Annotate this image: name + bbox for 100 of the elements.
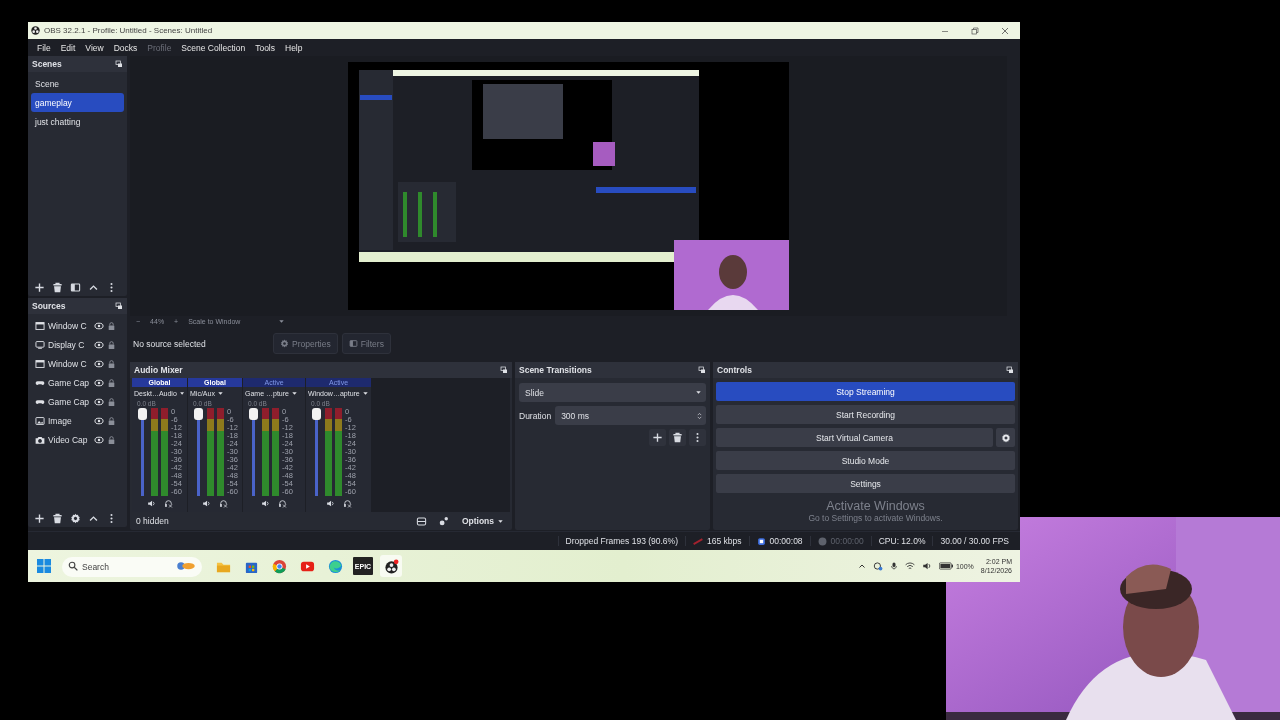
battery-icon (938, 562, 953, 570)
chevron-up-icon[interactable] (857, 562, 866, 570)
settings-button[interactable] (996, 428, 1015, 447)
stream-time: 00:00:08 (769, 536, 803, 546)
control-button[interactable]: Stop Streaming (716, 382, 1015, 401)
lock-icon[interactable] (107, 434, 116, 445)
headphones-off-icon[interactable] (219, 498, 228, 508)
menu-item[interactable]: Scene Collection (176, 42, 251, 53)
menu-item[interactable]: File (32, 42, 56, 53)
speaker-icon[interactable] (261, 498, 270, 508)
undock-icon[interactable] (500, 366, 508, 374)
source-status: No source selected (133, 338, 207, 349)
activation-text: Go to Settings to activate Windows. (808, 513, 943, 523)
panel-icon (348, 339, 358, 348)
lock-icon[interactable] (107, 320, 116, 331)
caret-icon[interactable] (290, 389, 298, 397)
activation-title: Activate Windows (826, 499, 925, 513)
speaker-icon[interactable] (146, 498, 156, 508)
volume-slider[interactable] (312, 408, 321, 496)
search-field[interactable]: Search (62, 557, 202, 577)
eye-icon[interactable] (94, 339, 104, 350)
headphones-off-icon[interactable] (163, 498, 173, 508)
caret-icon[interactable] (361, 389, 369, 397)
eye-icon[interactable] (94, 434, 104, 445)
windows-start-icon[interactable] (36, 558, 52, 574)
scene-item[interactable]: Scene (31, 74, 124, 93)
headphones-off-icon[interactable] (278, 498, 287, 508)
image-icon (35, 415, 45, 426)
source-item[interactable]: Display C (48, 339, 91, 350)
control-button[interactable]: Start Virtual Camera (716, 428, 993, 447)
stepper-icon[interactable] (696, 410, 703, 421)
monitor-icon (35, 339, 45, 350)
record-time: 00:00:00 (830, 536, 864, 546)
source-item[interactable]: Game Cap (48, 377, 91, 388)
dropped-frames: Dropped Frames 193 (90.6%) (565, 536, 678, 546)
trash-icon[interactable] (669, 429, 686, 446)
window-icon (35, 358, 45, 369)
control-button[interactable]: Settings (716, 474, 1015, 493)
dock-title: Scene Transitions (519, 365, 592, 375)
dock-title: Scenes (32, 59, 62, 69)
taskbar-app[interactable] (380, 555, 402, 577)
menu-item[interactable]: Edit (55, 42, 81, 53)
headphones-off-icon[interactable] (342, 498, 352, 508)
source-item[interactable]: Image (48, 415, 91, 426)
lock-icon[interactable] (107, 415, 116, 426)
menu-item[interactable]: Tools (250, 42, 280, 53)
lock-icon[interactable] (107, 377, 116, 388)
add-icon[interactable] (649, 429, 666, 446)
volume-slider[interactable] (138, 408, 147, 496)
record-app-icon (383, 558, 399, 574)
eye-icon[interactable] (94, 377, 104, 388)
close-icon[interactable] (1001, 26, 1009, 35)
undock-icon[interactable] (115, 60, 123, 68)
gear-icon (1000, 432, 1011, 443)
browser-icon (271, 558, 287, 574)
scene-item[interactable]: just chatting (31, 112, 124, 131)
menu-item[interactable]: Help (280, 42, 308, 53)
microphone-icon[interactable] (889, 561, 898, 571)
browser-wave-icon (327, 558, 343, 574)
source-item[interactable]: Window C (48, 358, 91, 369)
caret-icon[interactable] (216, 389, 224, 397)
volume-icon[interactable] (921, 561, 932, 571)
source-item[interactable]: Window C (48, 320, 91, 331)
eye-icon[interactable] (94, 415, 104, 426)
search-icon (68, 561, 78, 571)
eye-icon[interactable] (94, 320, 104, 331)
restore-icon[interactable] (971, 26, 979, 35)
transition-dropdown[interactable]: Slide (519, 383, 706, 402)
menu-item[interactable]: Docks (108, 42, 143, 53)
wifi-icon[interactable] (904, 561, 915, 571)
eye-icon[interactable] (94, 358, 104, 369)
caret-icon[interactable] (178, 389, 185, 397)
lock-icon[interactable] (107, 396, 116, 407)
undock-icon[interactable] (698, 366, 706, 374)
duration-label: Duration (519, 410, 552, 421)
volume-slider[interactable] (249, 408, 258, 496)
control-button[interactable]: Start Recording (716, 405, 1015, 424)
caret-icon (695, 389, 702, 396)
duration-field[interactable]: 300 ms (555, 406, 706, 425)
menu-item[interactable]: View (80, 42, 109, 53)
volume-slider[interactable] (194, 408, 203, 496)
scene-item[interactable]: gameplay (31, 93, 124, 112)
dock-title: Controls (717, 365, 752, 375)
undock-icon[interactable] (1006, 366, 1014, 374)
source-item[interactable]: Game Cap (48, 396, 91, 407)
options-button[interactable]: Options (457, 516, 508, 526)
control-button[interactable]: Studio Mode (716, 451, 1015, 470)
lock-icon[interactable] (107, 339, 116, 350)
caret-icon (497, 517, 504, 525)
eye-icon[interactable] (94, 396, 104, 407)
lock-icon[interactable] (107, 358, 116, 369)
speaker-icon[interactable] (202, 498, 211, 508)
more-icon[interactable] (689, 429, 706, 446)
undock-icon[interactable] (115, 302, 123, 310)
source-item[interactable]: Video Cap (48, 434, 91, 445)
speaker-icon[interactable] (325, 498, 335, 508)
field-value: 300 ms (561, 410, 589, 421)
window-title: OBS 32.2.1 - Profile: Untitled - Scenes: Untitled (44, 26, 214, 35)
camera-icon (35, 434, 45, 445)
dock-title: Audio Mixer (134, 365, 183, 375)
